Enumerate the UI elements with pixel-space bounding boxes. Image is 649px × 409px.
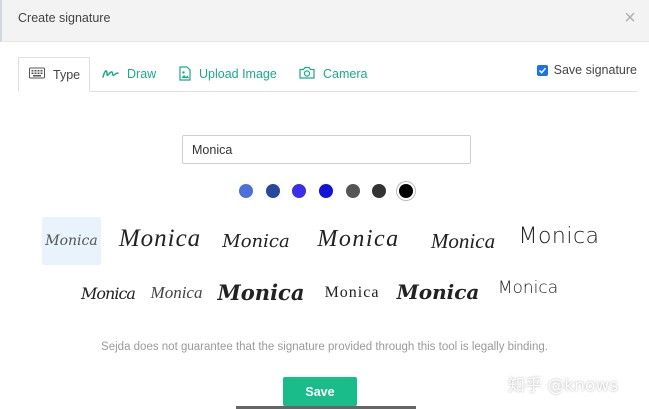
tab-type[interactable]: Type [18,57,90,92]
color-swatch[interactable] [292,184,306,198]
color-swatch[interactable] [239,184,253,198]
signature-style-option[interactable]: Monica [323,271,381,315]
tab-upload-image[interactable]: Upload Image [179,57,277,91]
dialog-title: Create signature [18,11,111,25]
save-signature-label: Save signature [553,63,637,77]
image-file-icon [179,66,191,82]
create-signature-dialog: Create signature × Type Draw Upload Imag… [0,0,649,409]
signature-style-option[interactable]: Monica [218,270,305,314]
close-icon[interactable]: × [621,8,639,28]
color-swatch[interactable] [266,184,280,198]
camera-icon [299,66,315,82]
signature-style-option[interactable]: Monica [428,219,498,263]
signature-style-option[interactable]: Monica [81,271,136,315]
signature-style-option[interactable]: Monica [518,214,599,258]
signature-name-input[interactable] [182,135,471,164]
tab-draw[interactable]: Draw [102,57,156,91]
watermark: 知乎 @knows [508,376,619,396]
keyboard-icon [29,67,45,83]
signature-style-option[interactable]: Monica [222,219,290,263]
tab-camera-label: Camera [323,67,368,81]
save-signature-option[interactable]: Save signature [536,63,637,77]
signature-style-option[interactable]: Monica [147,271,206,315]
tab-draw-label: Draw [127,67,157,81]
signature-style-option[interactable]: Monica [497,266,559,310]
color-swatch[interactable] [319,184,333,198]
draw-icon [102,66,119,82]
tab-upload-label: Upload Image [199,67,277,81]
legal-disclaimer: Sejda does not guarantee that the signat… [101,341,548,353]
signature-style-option[interactable]: Monica [118,217,202,261]
color-swatch[interactable] [346,184,360,198]
tab-type-label: Type [53,67,81,82]
dialog-header: Create signature × [0,0,649,42]
save-button[interactable]: Save [283,377,357,406]
signature-style-option[interactable]: Monica [310,217,407,261]
tab-camera[interactable]: Camera [299,57,367,91]
color-swatch-selected[interactable] [399,184,413,198]
signature-style-option[interactable]: Monica [42,217,101,265]
save-signature-checkbox[interactable] [536,64,548,76]
signature-style-option[interactable]: Monica [397,270,480,314]
color-swatch[interactable] [372,184,386,198]
